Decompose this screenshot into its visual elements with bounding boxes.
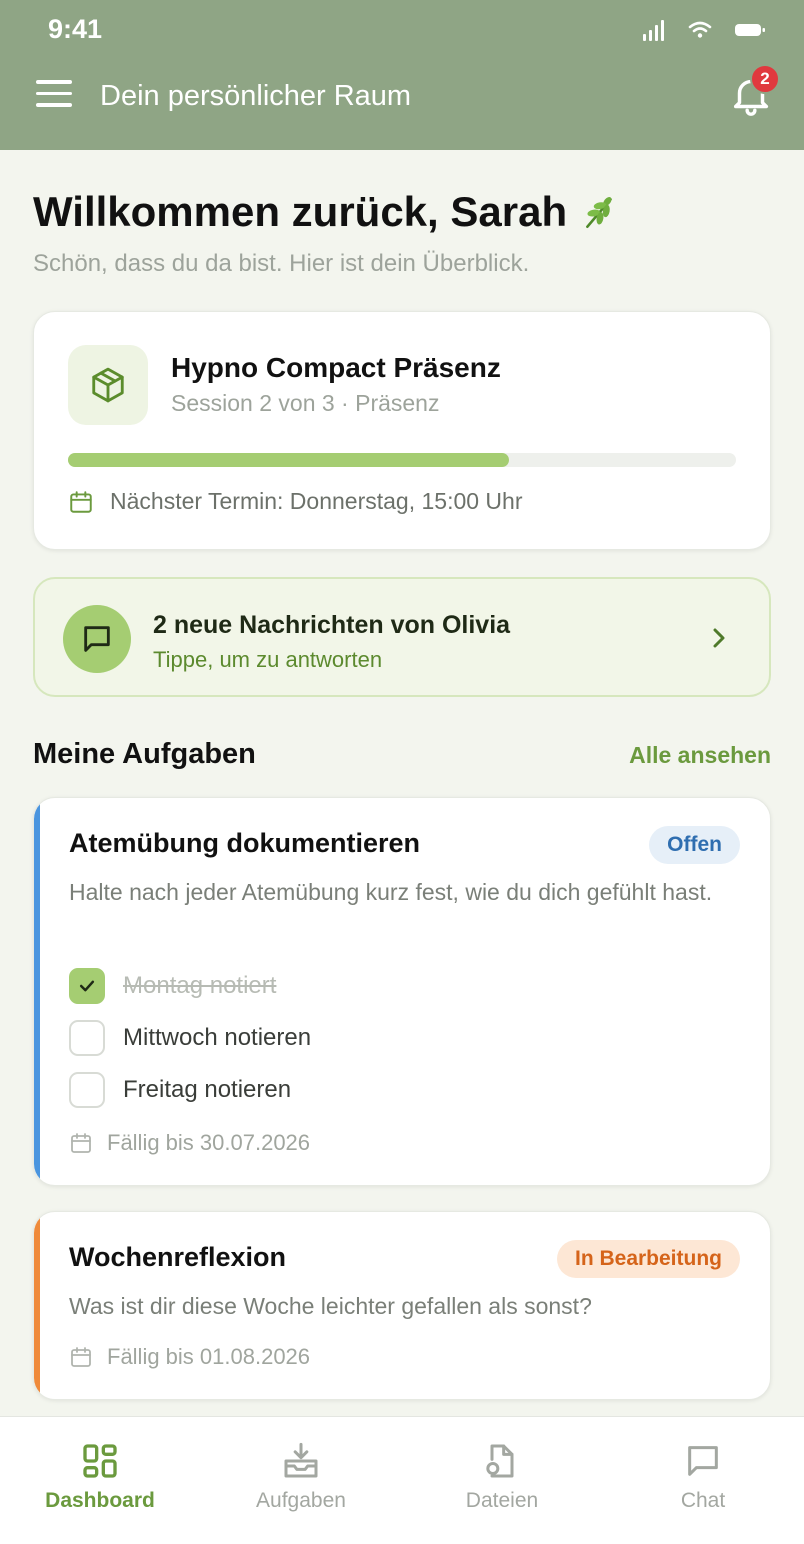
file-icon [486, 1444, 514, 1478]
calendar-icon [70, 490, 92, 513]
status-badge: In Bearbeitung [556, 1240, 740, 1278]
task-title: Atemübung dokumentieren [69, 828, 421, 858]
task-card[interactable]: Atemübung dokumentieren Offen Halte nach… [33, 797, 771, 1186]
course-progress-bar [68, 453, 736, 467]
nav-aufgaben[interactable]: Aufgaben [201, 1417, 401, 1544]
wifi-icon [688, 21, 712, 38]
notification-badge: 2 [750, 64, 780, 94]
battery-icon [735, 24, 765, 36]
task-accent-bar [34, 798, 40, 1185]
task-due-text: Fällig bis 01.08.2026 [107, 1344, 311, 1369]
checklist-item[interactable]: Freitag notieren [69, 1072, 291, 1108]
inbox-download-icon [284, 1442, 318, 1478]
status-time: 9:41 [48, 14, 103, 44]
chevron-right-icon [713, 628, 725, 648]
next-appointment-text: Nächster Termin: Donnerstag, 15:00 Uhr [110, 488, 523, 514]
task-card[interactable]: Wochenreflexion In Bearbeitung Was ist d… [33, 1211, 771, 1400]
task-accent-bar [34, 1212, 40, 1399]
task-due: Fällig bis 30.07.2026 [69, 1130, 310, 1156]
calendar-icon [71, 1133, 91, 1153]
chat-icon [688, 1446, 718, 1476]
checkbox-checked[interactable] [69, 968, 105, 1004]
nav-label: Dashboard [45, 1489, 155, 1512]
checklist-item[interactable]: Montag notiert [69, 968, 276, 1004]
messages-subtitle: Tippe, um zu antworten [153, 647, 383, 672]
package-icon [92, 367, 124, 403]
task-description: Halte nach jeder Atemübung kurz fest, wi… [69, 879, 713, 905]
course-title: Hypno Compact Präsenz [171, 352, 501, 383]
checklist-item[interactable]: Mittwoch notieren [69, 1020, 311, 1056]
message-icon-circle [63, 605, 131, 673]
menu-button[interactable] [36, 80, 72, 114]
nav-label: Chat [680, 1489, 726, 1512]
next-appointment: Nächster Termin: Donnerstag, 15:00 Uhr [68, 488, 523, 515]
dashboard-icon [83, 1444, 117, 1478]
course-subtitle: Session 2 von 3 · Präsenz [171, 390, 440, 416]
task-due-text: Fällig bis 30.07.2026 [107, 1130, 311, 1155]
checklist-label: Mittwoch notieren [123, 1024, 312, 1051]
messages-card[interactable]: 2 neue Nachrichten von Olivia Tippe, um … [33, 577, 771, 697]
welcome-subtitle: Schön, dass du da bist. Hier ist dein Üb… [33, 250, 530, 277]
leaf-icon [586, 196, 612, 229]
tasks-section-title: Meine Aufgaben [33, 738, 256, 770]
header-title: Dein persönlicher Raum [100, 80, 412, 112]
nav-label: Aufgaben [256, 1489, 346, 1512]
nav-dashboard[interactable]: Dashboard [0, 1417, 200, 1544]
course-progress-fill [68, 453, 509, 467]
view-all-link[interactable]: Alle ansehen [629, 742, 771, 769]
welcome-title: Willkommen zurück, Sarah [33, 188, 621, 236]
messages-title: 2 neue Nachrichten von Olivia [153, 611, 511, 639]
message-icon [84, 626, 110, 652]
status-icons [642, 18, 766, 42]
status-badge: Offen [649, 826, 740, 864]
task-description: Was ist dir diese Woche leichter gefalle… [69, 1293, 592, 1319]
task-title: Wochenreflexion [69, 1242, 287, 1272]
checkbox[interactable] [69, 1020, 105, 1056]
signal-icon [643, 20, 664, 41]
nav-dateien[interactable]: Dateien [402, 1417, 602, 1544]
nav-chat[interactable]: Chat [603, 1417, 803, 1544]
checklist-label: Freitag notieren [123, 1076, 292, 1103]
course-card[interactable]: Hypno Compact Präsenz Session 2 von 3 · … [33, 311, 771, 550]
bottom-navigation: Dashboard Aufgaben Dateien Chat [0, 1416, 804, 1544]
app-header: 9:41 Dein persönlicher Raum 2 [0, 0, 804, 150]
course-icon-box [68, 345, 148, 425]
checklist-label: Montag notiert [123, 972, 277, 999]
check-icon [79, 980, 95, 992]
task-due: Fällig bis 01.08.2026 [69, 1344, 310, 1370]
welcome-title-text: Willkommen zurück, Sarah [33, 188, 568, 235]
checkbox[interactable] [69, 1072, 105, 1108]
calendar-icon [71, 1347, 91, 1367]
nav-label: Dateien [465, 1489, 539, 1512]
